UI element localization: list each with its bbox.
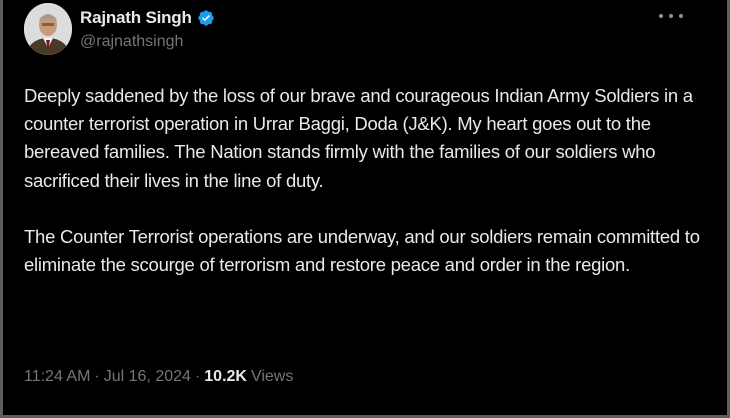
tweet-card: Rajnath Singh @rajnathsingh Deeply sadde… (0, 0, 730, 418)
tweet-meta: 11:24 AM · Jul 16, 2024 · 10.2K Views (24, 368, 293, 386)
meta-separator: · (194, 368, 201, 385)
views-label[interactable]: Views (251, 368, 293, 386)
verified-badge-icon[interactable] (197, 9, 215, 27)
more-horizontal-icon (659, 14, 663, 18)
tweet-time[interactable]: 11:24 AM (24, 368, 90, 386)
views-count[interactable]: 10.2K (204, 368, 247, 386)
avatar[interactable] (24, 3, 72, 55)
name-row: Rajnath Singh (80, 6, 215, 30)
meta-separator: · (94, 368, 100, 385)
more-horizontal-icon-dot (679, 14, 683, 18)
handle[interactable]: @rajnathsingh (80, 33, 215, 51)
profile-photo (24, 3, 72, 55)
more-horizontal-icon-dot (669, 14, 673, 18)
tweet-paragraph: The Counter Terrorist operations are und… (24, 225, 700, 276)
tweet-text: Deeply saddened by the loss of our brave… (24, 82, 704, 279)
tweet-date[interactable]: Jul 16, 2024 (104, 368, 191, 386)
tweet-paragraph: Deeply saddened by the loss of our brave… (24, 85, 693, 191)
display-name[interactable]: Rajnath Singh (80, 8, 192, 28)
author-block: Rajnath Singh @rajnathsingh (80, 6, 215, 51)
more-options-button[interactable] (659, 8, 683, 24)
